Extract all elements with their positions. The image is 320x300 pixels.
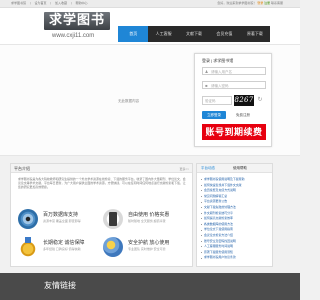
nav-customer-service[interactable]: 人工客服 [148, 26, 178, 42]
top-links: 求学图书馆 | 设为首页 | 加入收藏 | 帮助中心 [11, 1, 90, 5]
username-placeholder: 请输入用户名 [211, 69, 232, 74]
news-list-item[interactable]: 求学图书馆用户协议条款 [201, 255, 271, 261]
password-placeholder: 请输入密码 [211, 83, 229, 88]
tab-usage-help[interactable]: 使用帮助 [233, 166, 247, 171]
feature-title: 长期稳定 诚信保障 [43, 240, 85, 246]
feature-desc: 资源丰富 覆盖全面 即查即得 [43, 219, 81, 223]
captcha-image[interactable]: 8267 [234, 95, 254, 106]
register-button[interactable]: 免费注册 [232, 111, 254, 119]
tab-platform-news[interactable]: 平台动态 [201, 166, 215, 171]
nav-membership-recharge[interactable]: 会员充值 [209, 26, 239, 42]
feature-item: 安全护航 放心使用 专业团队 实时维护 安全可靠 [103, 236, 189, 258]
site-logo[interactable]: 求学图书馆 www.cxji11.com [44, 12, 110, 46]
top-login-link[interactable]: 登录 [257, 1, 263, 5]
friend-links-bar: 友情链接 [0, 273, 300, 300]
platform-description: 求学图书馆是为各大院校教师和研究生提供的一个外文学术资源在线检索、下载的服务平台… [18, 177, 186, 190]
username-field[interactable]: ♟ 请输入用户名 [202, 67, 266, 75]
feature-title: 自由使用 价格实惠 [128, 212, 170, 218]
top-contact-link[interactable]: 联系客服 [271, 1, 283, 5]
top-link-divider: | [50, 1, 52, 5]
top-link-favorite[interactable]: 加入收藏 [55, 1, 67, 5]
feature-desc: 多年经验 口碑良好 值得信赖 [43, 247, 81, 251]
platform-intro: 平台介绍 更多>> 求学图书馆是为各大院校教师和研究生提供的一个外文学术资源在线… [10, 163, 193, 267]
feature-item: 百万数据库支持 资源丰富 覆盖全面 即查即得 [18, 208, 104, 230]
news-list: 求学图书馆使用说明及下载帮助 如何快速查找并下载外文文献 会员续费及充值方式说明 常见… [201, 177, 271, 261]
page: 求学图书馆 | 设为首页 | 加入收藏 | 帮助中心 您好，欢迎来到求学图书馆！… [0, 0, 300, 300]
feature-desc: 随时随地 全天服务 超值享受 [128, 219, 166, 223]
mobile-phone-icon [103, 209, 123, 229]
logo-text: 求学图书馆 [44, 12, 110, 46]
feature-title: 百万数据库支持 [43, 212, 79, 218]
news-tabs: 平台动态 使用帮助 [197, 164, 272, 173]
feature-item: 自由使用 价格实惠 随时随地 全天服务 超值享受 [103, 208, 189, 230]
medal-icon [18, 237, 38, 257]
logo-url: www.cxji11.com [52, 33, 95, 39]
feature-item: 长期稳定 诚信保障 多年经验 口碑良好 值得信赖 [18, 236, 104, 258]
main-nav: 首页 人工客服 文献下载 会员充值 原著下载 [118, 26, 270, 42]
nav-home[interactable]: 首页 [118, 26, 149, 42]
lock-icon: ■ [205, 83, 208, 88]
database-disc-icon [18, 209, 38, 229]
friend-links-title: 友情链接 [44, 281, 76, 290]
nav-original-download[interactable]: 原著下载 [240, 26, 270, 42]
captcha-placeholder: 验证码 [205, 99, 216, 103]
top-link-set-home[interactable]: 设为首页 [34, 1, 46, 5]
feature-title: 安全护航 放心使用 [128, 240, 170, 246]
top-link-divider: | [70, 1, 72, 5]
top-right-info: 您好，欢迎来到求学图书馆！ 登录 注册 联系客服 [217, 1, 283, 5]
banner-notice: 无此数据内容 [118, 99, 139, 103]
nav-literature-download[interactable]: 文献下载 [179, 26, 209, 42]
platform-header: 平台介绍 更多>> [11, 164, 192, 173]
shield-icon [103, 237, 123, 257]
user-icon: ♟ [204, 69, 209, 74]
login-button[interactable]: 立即登录 [202, 111, 226, 119]
platform-more-link[interactable]: 更多>> [179, 167, 189, 171]
platform-title: 平台介绍 [14, 166, 30, 171]
feature-desc: 专业团队 实时维护 安全可靠 [128, 247, 166, 251]
top-register-link[interactable]: 注册 [264, 1, 270, 5]
top-link-help[interactable]: 帮助中心 [75, 1, 87, 5]
header: 求学图书馆 www.cxji11.com 首页 人工客服 文献下载 会员充值 原… [0, 8, 300, 46]
news-panel: 平台动态 使用帮助 求学图书馆使用说明及下载帮助 如何快速查找并下载外文文献 会员续… [196, 163, 273, 267]
top-link-divider: | [29, 1, 31, 5]
login-title: 登录 | 求学图书馆 [202, 58, 234, 63]
renew-banner[interactable]: 账号到期续费 [202, 124, 266, 140]
top-bar: 求学图书馆 | 设为首页 | 加入收藏 | 帮助中心 您好，欢迎来到求学图书馆！… [0, 0, 300, 8]
refresh-icon[interactable]: ↻ [256, 97, 264, 104]
top-link-home[interactable]: 求学图书馆 [11, 1, 26, 5]
password-field[interactable]: ■ 请输入密码 [202, 81, 266, 89]
welcome-text: 您好，欢迎来到求学图书馆！ [217, 1, 257, 5]
login-panel: 登录 | 求学图书馆 ♟ 请输入用户名 ■ 请输入密码 验证码 8267 ↻ 立… [194, 53, 272, 147]
captcha-input[interactable]: 验证码 [202, 96, 232, 105]
